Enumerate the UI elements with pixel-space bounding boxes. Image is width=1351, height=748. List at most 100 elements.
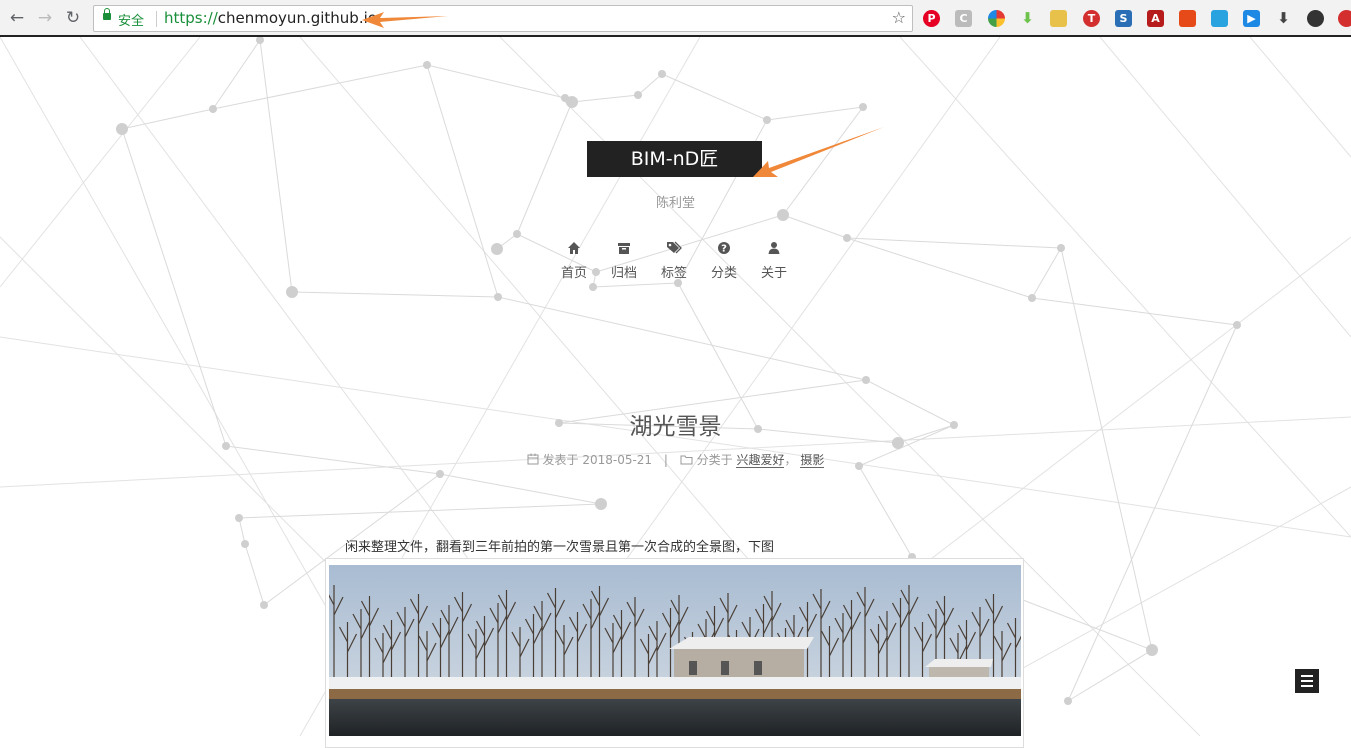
browser-toolbar: ← → ↻ 安全 https://chenmoyun.github.io ☆ P…	[0, 0, 1351, 37]
menu-item-about[interactable]: 关于	[749, 238, 799, 281]
user-icon	[768, 242, 780, 254]
network-node	[763, 116, 771, 124]
post-paragraph: 闲来整理文件，翻看到三年前拍的第一次雪景且第一次合成的全景图，下图	[345, 540, 775, 555]
network-line	[238, 517, 246, 545]
network-node	[658, 70, 666, 78]
snow-lake-panorama-image	[329, 565, 1021, 736]
pdf-icon[interactable]: A	[1147, 10, 1164, 27]
network-line	[1249, 37, 1351, 158]
category-label: 分类于	[696, 453, 733, 467]
site-title[interactable]: BIM-nD匠	[587, 141, 762, 177]
network-line	[439, 473, 602, 505]
download-green-icon[interactable]: ⬇	[1019, 10, 1036, 27]
network-line	[571, 94, 639, 103]
stripes-icon[interactable]	[1211, 10, 1228, 27]
network-node	[566, 96, 578, 108]
url-host: chenmoyun.github.io	[217, 9, 377, 27]
network-line	[782, 214, 848, 239]
network-line	[766, 106, 864, 121]
menu-line	[1301, 680, 1313, 682]
red-box-icon[interactable]	[1179, 10, 1196, 27]
network-node	[423, 61, 431, 69]
t-red-icon[interactable]: T	[1083, 10, 1100, 27]
calendar-icon	[527, 453, 539, 465]
network-line	[846, 237, 1033, 299]
menu-item-categories[interactable]: ? 分类	[699, 238, 749, 281]
forward-icon[interactable]: →	[34, 7, 56, 29]
network-node	[256, 37, 264, 44]
network-node	[513, 230, 521, 238]
menu-item-archive[interactable]: 归档	[599, 238, 649, 281]
category-link-hobby[interactable]: 兴趣爱好	[736, 453, 785, 468]
svg-text:?: ?	[721, 244, 727, 255]
download-icon[interactable]: ⬇	[1275, 10, 1292, 27]
network-line	[0, 37, 201, 288]
network-line	[516, 101, 573, 235]
network-node	[235, 514, 243, 522]
network-node	[862, 376, 870, 384]
network-line	[212, 39, 261, 110]
network-line	[497, 296, 867, 381]
menu-label-home: 首页	[560, 266, 587, 281]
url-text[interactable]: https://chenmoyun.github.io	[164, 9, 377, 27]
network-line	[212, 64, 428, 110]
category-link-photography[interactable]: 摄影	[800, 453, 825, 468]
question-circle-icon: ?	[718, 242, 730, 255]
back-icon[interactable]: ←	[6, 7, 28, 29]
network-node	[491, 243, 503, 255]
posted-date: 2018-05-21	[582, 453, 653, 467]
red-star-icon[interactable]	[1338, 10, 1351, 27]
c-icon[interactable]: C	[955, 10, 972, 27]
network-line	[121, 128, 227, 447]
circle-icon[interactable]	[1307, 10, 1324, 27]
pinterest-icon[interactable]: P	[923, 10, 940, 27]
posted-label: 发表于	[542, 453, 579, 467]
network-line	[291, 291, 499, 298]
menu-line	[1301, 675, 1313, 677]
post-title[interactable]: 湖光雪景	[0, 407, 1351, 441]
network-node	[589, 283, 597, 291]
menu-label-tags: 标签	[660, 266, 687, 281]
secure-label: 安全	[118, 14, 145, 29]
cat-icon[interactable]	[1050, 10, 1067, 27]
network-line	[244, 543, 265, 606]
menu-label-categories: 分类	[710, 266, 737, 281]
menu-label-about: 关于	[760, 266, 787, 281]
network-node	[595, 498, 607, 510]
category-separator: ，	[784, 453, 797, 467]
network-node	[260, 601, 268, 609]
network-node	[843, 234, 851, 242]
site-subtitle: 陈利堂	[655, 196, 695, 211]
reload-icon[interactable]: ↻	[62, 7, 84, 29]
sidebar-toggle-button[interactable]	[1295, 669, 1319, 693]
network-node	[241, 540, 249, 548]
s-icon[interactable]: S	[1115, 10, 1132, 27]
address-bar[interactable]: 安全 https://chenmoyun.github.io ☆	[93, 5, 913, 32]
network-line	[1031, 297, 1238, 326]
menu-item-tags[interactable]: 标签	[649, 238, 699, 281]
bookmark-star-icon[interactable]: ☆	[892, 8, 906, 27]
annotation-arrow-url	[362, 12, 448, 28]
network-line	[846, 237, 1062, 249]
menu-item-home[interactable]: 首页	[549, 238, 599, 281]
menu-label-archive: 归档	[610, 266, 637, 281]
network-node	[859, 103, 867, 111]
network-line	[858, 465, 913, 558]
tags-icon	[667, 241, 682, 254]
network-line	[426, 64, 499, 298]
network-node	[1028, 294, 1036, 302]
network-line	[592, 282, 679, 288]
network-node	[494, 293, 502, 301]
network-node	[116, 123, 128, 135]
colors-icon[interactable]	[988, 10, 1005, 27]
network-node	[286, 286, 298, 298]
arrow-blue-icon[interactable]: ▶	[1243, 10, 1260, 27]
network-line	[661, 73, 768, 121]
annotation-arrow-title	[753, 127, 884, 177]
network-node	[1146, 644, 1158, 656]
archive-icon	[618, 243, 630, 254]
network-node	[436, 470, 444, 478]
meta-divider: |	[663, 453, 668, 467]
network-node	[1233, 321, 1241, 329]
network-node	[1057, 244, 1065, 252]
